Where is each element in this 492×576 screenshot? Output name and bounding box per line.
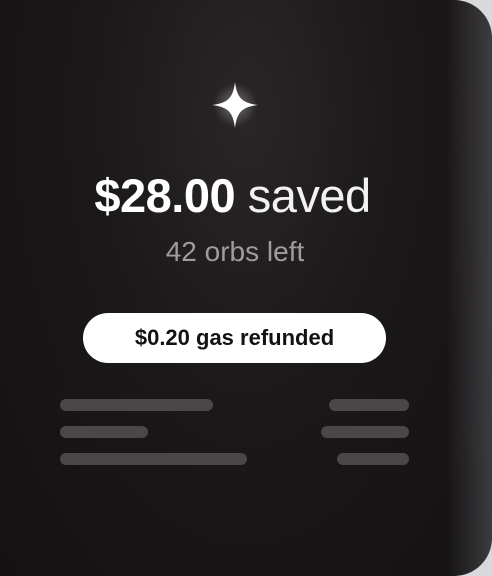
- gas-refund-badge: $0.20 gas refunded: [83, 313, 386, 363]
- placeholder-bar-left-2: [60, 426, 148, 438]
- savings-headline: $28.00 saved: [0, 168, 465, 223]
- gas-refund-text: $0.20 gas refunded: [134, 325, 335, 350]
- orbs-left-label: 42 orbs left: [165, 236, 305, 267]
- sparkle-icon: [212, 82, 258, 128]
- amount-saved: $28.00: [94, 169, 236, 222]
- placeholder-bar-left-3: [60, 453, 247, 465]
- placeholder-bar-right-2: [321, 426, 409, 438]
- saved-label: saved: [247, 169, 371, 222]
- placeholder-bar-left-1: [60, 399, 213, 411]
- savings-card: $28.00 saved 42 orbs left $0.20 gas refu…: [0, 0, 492, 576]
- placeholder-bar-right-1: [329, 399, 409, 411]
- placeholder-bar-right-3: [337, 453, 409, 465]
